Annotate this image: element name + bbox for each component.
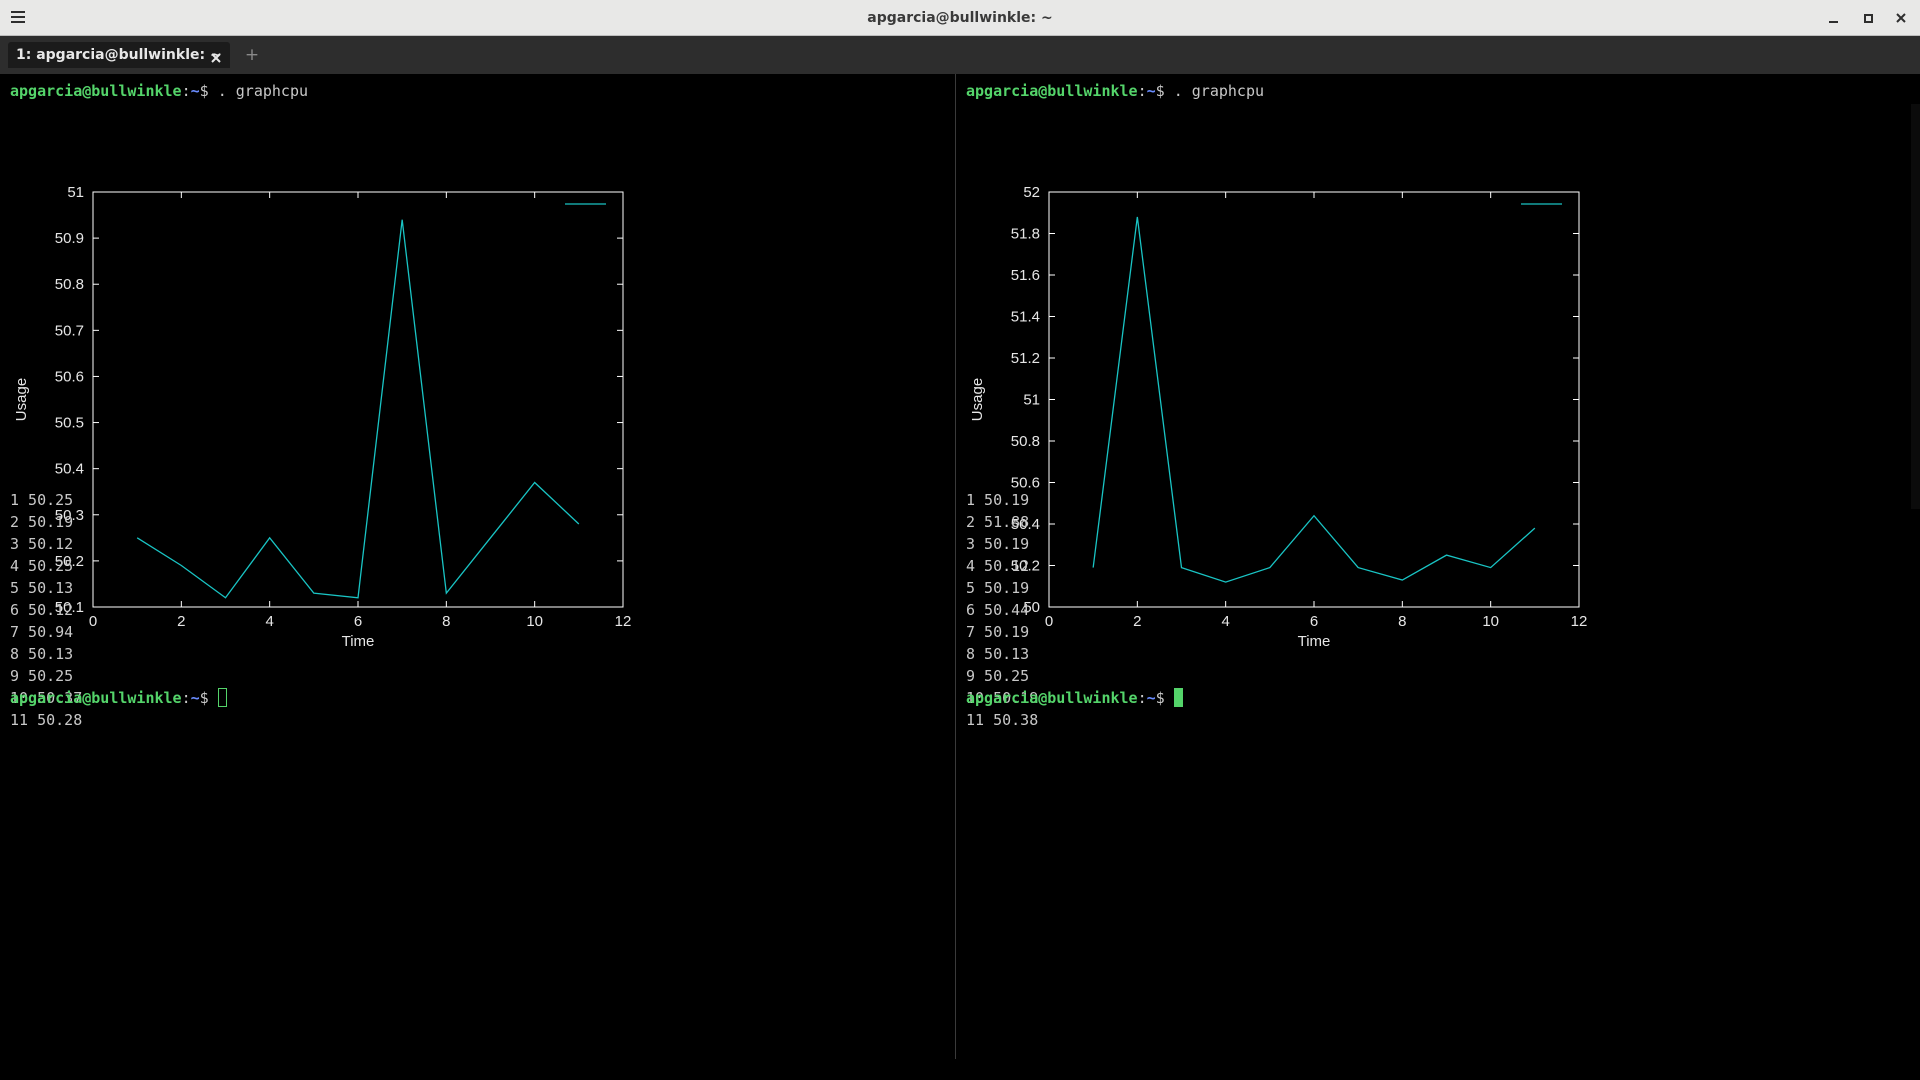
y-tick-label: 50.9 — [55, 230, 84, 247]
terminal-pane-left[interactable]: apgarcia@bullwinkle:~$ . graphcpu 0 2 4 6 8 1… — [0, 74, 955, 1080]
output-line: 1 50.19 — [966, 491, 1030, 509]
prompt-line: apgarcia@bullwinkle:~$ — [966, 687, 1183, 709]
y-tick-label: 51.8 — [1011, 226, 1040, 243]
y-tick-label: 51.4 — [1011, 309, 1040, 326]
x-tick-label: 4 — [265, 613, 273, 630]
maximize-icon[interactable] — [1856, 7, 1880, 29]
y-tick-label: 50.8 — [1011, 433, 1040, 450]
output-line: 4 50.25 — [10, 557, 74, 575]
x-axis-label: Time — [1298, 633, 1331, 650]
y-tick-label: 51 — [67, 184, 84, 201]
output-line: 8 50.13 — [966, 645, 1030, 663]
output-line: 5 50.13 — [10, 579, 74, 597]
plot-frame — [92, 191, 624, 608]
output-line: 6 50.12 — [10, 601, 74, 619]
window-title: apgarcia@bullwinkle: ~ — [867, 10, 1053, 26]
text-cursor — [217, 688, 227, 707]
output-line: 9 50.25 — [10, 667, 74, 685]
title-bar: apgarcia@bullwinkle: ~ — [0, 0, 1920, 36]
tab-bar: 1: apgarcia@bullwinkle: ~ + — [0, 36, 1920, 74]
x-tick-label: 12 — [1571, 613, 1588, 630]
plot-frame — [1048, 191, 1580, 608]
close-icon[interactable] — [1889, 7, 1913, 29]
y-axis-label: Usage — [13, 378, 30, 421]
cpu-usage-plot: 0 2 4 6 8 10 125050.250.450.650.85151.251.451.… — [969, 184, 1588, 650]
x-tick-label: 12 — [615, 613, 632, 630]
output-line: 3 50.12 — [10, 535, 74, 553]
x-tick-label: 0 — [1045, 613, 1053, 630]
output-line: 1 50.25 — [10, 491, 74, 509]
y-tick-label: 52 — [1023, 184, 1040, 201]
output-line: 6 50.44 — [966, 601, 1030, 619]
x-axis-label: Time — [342, 633, 375, 650]
scrollbar[interactable] — [1911, 104, 1920, 509]
output-line: 11 50.28 — [10, 711, 83, 729]
output-line: 11 50.38 — [966, 711, 1039, 729]
y-tick-label: 51.2 — [1011, 350, 1040, 367]
y-tick-label: 50.8 — [55, 276, 84, 293]
output-line: 7 50.94 — [10, 623, 74, 641]
output-line: 8 50.13 — [10, 645, 74, 663]
x-tick-label: 8 — [442, 613, 450, 630]
output-line: 4 50.12 — [966, 557, 1030, 575]
cpu-usage-plot: 0 2 4 6 8 10 1250.150.250.350.450.550.650.750.… — [13, 184, 632, 650]
output-line: 9 50.25 — [966, 667, 1030, 685]
x-tick-label: 8 — [1398, 613, 1406, 630]
y-tick-label: 50.4 — [55, 461, 84, 478]
output-line: 2 50.19 — [10, 513, 74, 531]
terminal-pane-right[interactable]: apgarcia@bullwinkle:~$ . graphcpu 0 2 4 6 8 1… — [956, 74, 1920, 1080]
command-line: apgarcia@bullwinkle:~$ . graphcpu — [966, 82, 1265, 100]
output-line: 2 51.88 — [966, 513, 1030, 531]
y-tick-label: 50.5 — [55, 415, 84, 432]
x-tick-label: 10 — [1482, 613, 1499, 630]
output-line: 5 50.19 — [966, 579, 1030, 597]
x-tick-label: 4 — [1221, 613, 1229, 630]
x-tick-label: 10 — [526, 613, 543, 630]
y-tick-label: 50.6 — [55, 368, 84, 385]
output-line: 3 50.19 — [966, 535, 1030, 553]
series-line — [1092, 216, 1536, 583]
series-line — [136, 219, 580, 599]
x-tick-label: 2 — [1133, 613, 1141, 630]
output-line: 7 50.19 — [966, 623, 1030, 641]
y-tick-label: 51 — [1023, 392, 1040, 409]
tab-terminal-1[interactable]: 1: apgarcia@bullwinkle: ~ — [8, 42, 230, 68]
close-icon[interactable] — [210, 49, 222, 63]
prompt-line: apgarcia@bullwinkle:~$ — [10, 687, 227, 709]
tab-label: 1: apgarcia@bullwinkle: ~ — [16, 47, 222, 63]
text-cursor — [1173, 688, 1183, 707]
x-tick-label: 2 — [177, 613, 185, 630]
x-tick-label: 0 — [89, 613, 97, 630]
hamburger-icon[interactable] — [10, 9, 26, 25]
minimize-icon[interactable] — [1822, 7, 1846, 29]
plus-icon[interactable]: + — [244, 42, 260, 68]
x-tick-label: 6 — [1310, 613, 1318, 630]
y-axis-label: Usage — [969, 378, 986, 421]
x-tick-label: 6 — [354, 613, 362, 630]
y-tick-label: 51.6 — [1011, 267, 1040, 284]
y-tick-label: 50.7 — [55, 322, 84, 339]
command-line: apgarcia@bullwinkle:~$ . graphcpu — [10, 82, 309, 100]
